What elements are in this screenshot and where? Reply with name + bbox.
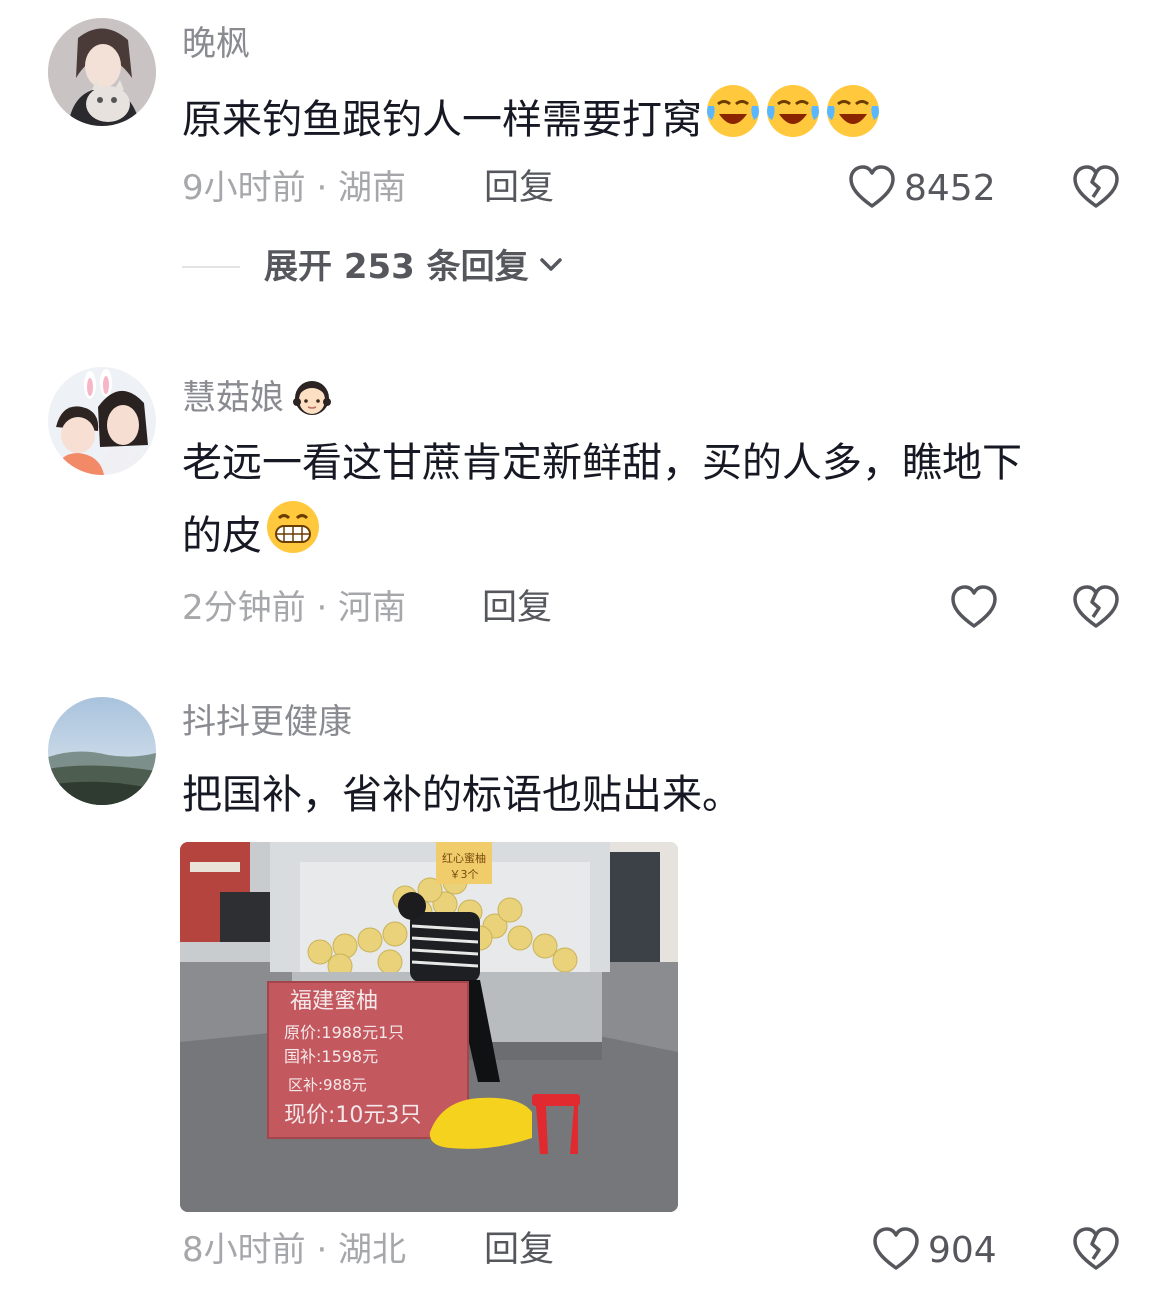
- comment-item: 慧菇娘 老远一看这甘蔗肯定新鲜甜，买的人多，瞧地下 的皮 2分钟前 · 河南 回…: [0, 340, 1170, 660]
- avatar-image: [48, 697, 156, 805]
- comment-text-content: 的皮: [182, 513, 262, 559]
- top-sign-text: 红心蜜柚: [442, 851, 486, 865]
- heart-icon: [950, 584, 998, 634]
- girl-icon: [288, 370, 336, 429]
- comment-username[interactable]: 抖抖更健康: [182, 700, 352, 744]
- like-button[interactable]: 904: [872, 1226, 997, 1276]
- sign-line: 国补:1598元: [284, 1047, 378, 1066]
- heart-icon: [848, 164, 896, 214]
- divider-line: [182, 266, 240, 268]
- broken-heart-icon: [1072, 1227, 1120, 1276]
- comment-username-text: 慧菇娘: [182, 378, 284, 418]
- comment-text-line: 老远一看这甘蔗肯定新鲜甜，买的人多，瞧地下: [182, 440, 1022, 486]
- sign-line: 区补:988元: [288, 1076, 367, 1094]
- like-button[interactable]: [950, 584, 998, 634]
- heart-icon: [872, 1226, 920, 1276]
- comment-text: 老远一看这甘蔗肯定新鲜甜，买的人多，瞧地下 的皮: [182, 428, 1132, 578]
- reply-button[interactable]: 回复: [484, 166, 554, 210]
- broken-heart-icon: [1072, 585, 1120, 634]
- comment-username[interactable]: 慧菇娘: [182, 370, 336, 429]
- comment-text: 把国补，省补的标语也贴出来。: [182, 772, 742, 818]
- expand-replies-label: 展开 253 条回复: [264, 247, 529, 287]
- avatar-image: [48, 18, 156, 126]
- avatar[interactable]: [48, 18, 156, 126]
- grinning-teeth-icon: [264, 498, 322, 578]
- comment-meta: 2分钟前 · 河南: [182, 588, 407, 628]
- comment-item: 抖抖更健康 把国补，省补的标语也贴出来。 红心蜜柚 ￥3个 福建蜜柚 原价:19…: [0, 680, 1170, 1293]
- comment-image[interactable]: 红心蜜柚 ￥3个 福建蜜柚 原价:1988元1只 国补:1598元 区补:988…: [180, 842, 678, 1212]
- dislike-button[interactable]: [1072, 584, 1120, 634]
- dislike-button[interactable]: [1072, 1226, 1120, 1276]
- sign-title: 福建蜜柚: [290, 989, 378, 1014]
- avatar-image: [48, 367, 156, 475]
- crying-laughing-icon: [824, 82, 882, 162]
- reply-button[interactable]: 回复: [484, 1228, 554, 1272]
- expand-replies-button[interactable]: 展开 253 条回复: [182, 245, 563, 289]
- crying-laughing-icon: [764, 82, 822, 162]
- comment-meta: 8小时前 · 湖北: [182, 1230, 407, 1270]
- dislike-button[interactable]: [1072, 164, 1120, 214]
- chevron-down-icon: [539, 257, 563, 277]
- comment-text-content: 原来钓鱼跟钓人一样需要打窝: [182, 97, 702, 143]
- reply-button[interactable]: 回复: [482, 586, 552, 630]
- comment-item: 晚枫 原来钓鱼跟钓人一样需要打窝 9小时前 · 湖南 回复 8452 展开 25…: [0, 0, 1170, 320]
- like-count: 904: [928, 1230, 997, 1271]
- comment-username[interactable]: 晚枫: [182, 22, 250, 66]
- top-sign-price: ￥3个: [450, 868, 479, 881]
- comment-meta: 9小时前 · 湖南: [182, 168, 407, 208]
- crying-laughing-icon: [704, 82, 762, 162]
- avatar[interactable]: [48, 367, 156, 475]
- sign-line: 现价:10元3只: [284, 1103, 421, 1128]
- comment-text: 原来钓鱼跟钓人一样需要打窝: [182, 82, 1132, 162]
- like-button[interactable]: 8452: [848, 164, 996, 214]
- like-count: 8452: [904, 168, 996, 209]
- avatar[interactable]: [48, 697, 156, 805]
- comment-text-line: 的皮: [182, 498, 1132, 578]
- broken-heart-icon: [1072, 165, 1120, 214]
- sign-line: 原价:1988元1只: [284, 1023, 404, 1042]
